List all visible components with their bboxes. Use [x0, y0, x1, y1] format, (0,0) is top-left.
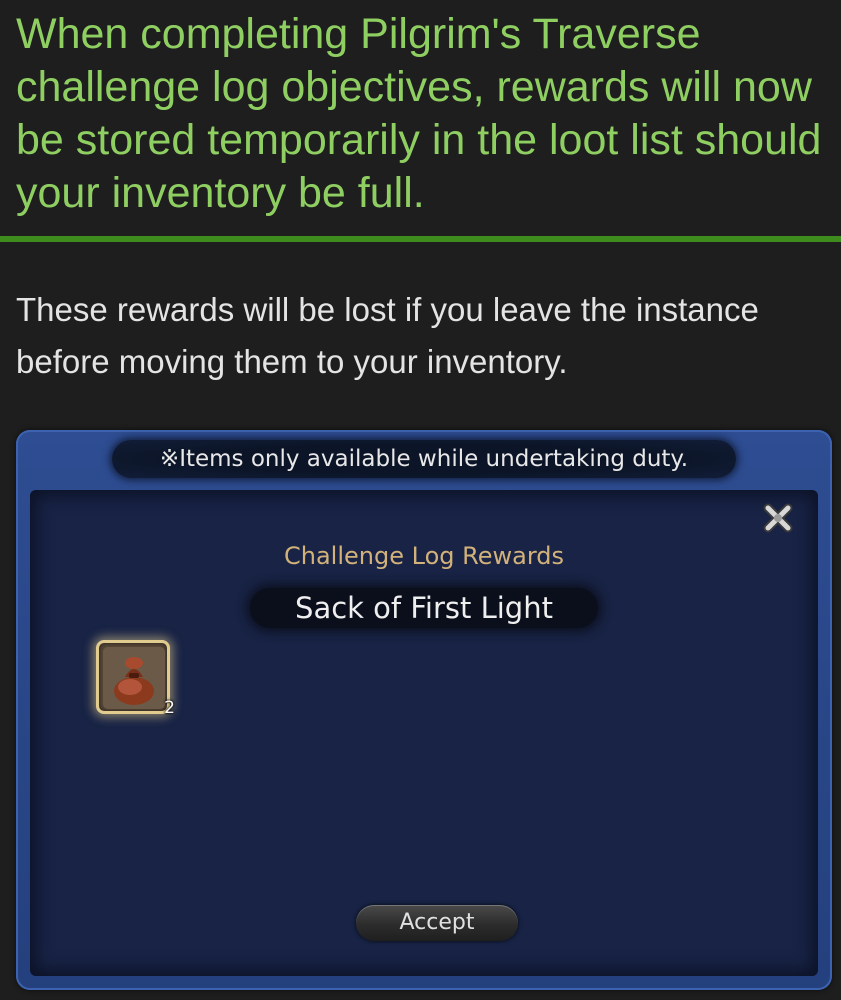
rewards-panel: Challenge Log Rewards Sack of First Ligh…	[30, 490, 818, 976]
note-text: These rewards will be lost if you leave …	[16, 291, 759, 380]
accept-button[interactable]: Accept	[356, 905, 518, 941]
item-name: Sack of First Light	[250, 588, 598, 628]
close-icon[interactable]	[760, 500, 796, 536]
divider	[0, 236, 841, 242]
reward-item-slot[interactable]: 2	[96, 640, 175, 717]
sack-icon	[103, 647, 165, 709]
duty-banner: ※Items only available while undertaking …	[112, 440, 736, 478]
loot-window: ※Items only available while undertaking …	[16, 430, 832, 990]
rewards-title: Challenge Log Rewards	[284, 542, 564, 570]
headline: When completing Pilgrim's Traverse chall…	[16, 10, 822, 217]
item-quantity: 2	[164, 698, 175, 718]
